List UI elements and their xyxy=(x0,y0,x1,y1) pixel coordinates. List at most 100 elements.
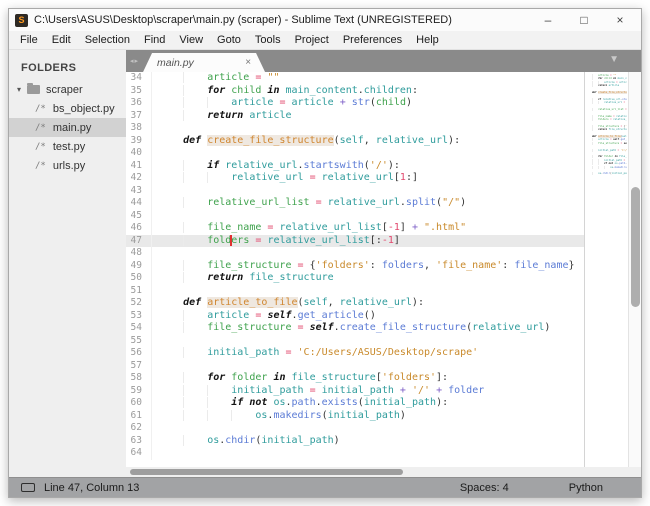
line-number[interactable]: 57 xyxy=(126,360,152,373)
maximize-button[interactable]: □ xyxy=(577,13,591,27)
code-line[interactable]: 41 if relative_url.startswith('/'): xyxy=(126,160,584,173)
code-line[interactable]: 34 article = "" xyxy=(126,72,584,85)
close-button[interactable]: × xyxy=(613,13,627,27)
code-line[interactable]: 56 initial_path = 'C:/Users/ASUS/Desktop… xyxy=(126,347,584,360)
sidebar-file-main.py[interactable]: /*main.py xyxy=(9,118,126,137)
code-token: ) xyxy=(460,197,466,208)
sidebar-file-urls.py[interactable]: /*urls.py xyxy=(9,156,126,175)
line-number[interactable]: 43 xyxy=(126,185,152,198)
code-line[interactable]: 43 xyxy=(126,185,584,198)
minimap[interactable]: article = "" for child in main_content.c… xyxy=(584,72,628,467)
code-line[interactable]: 52 def article_to_file(self, relative_ur… xyxy=(126,297,584,310)
line-number[interactable]: 40 xyxy=(126,147,152,160)
menu-item-edit[interactable]: Edit xyxy=(45,32,78,48)
line-number[interactable]: 47 xyxy=(126,235,152,248)
code-line[interactable]: 53 article = self.get_article() xyxy=(126,310,584,323)
line-number[interactable]: 61 xyxy=(126,410,152,423)
menu-item-view[interactable]: View xyxy=(172,32,210,48)
menu-item-goto[interactable]: Goto xyxy=(210,32,248,48)
sidebar-folder-scraper[interactable]: ▾ scraper xyxy=(9,80,126,99)
line-number[interactable]: 34 xyxy=(126,72,152,85)
code-line[interactable]: 48 xyxy=(126,247,584,260)
code-line[interactable]: 44 relative_url_list = relative_url.spli… xyxy=(126,197,584,210)
code-line[interactable]: 39 def create_file_structure(self, relat… xyxy=(126,135,584,148)
line-number[interactable]: 35 xyxy=(126,85,152,98)
line-number[interactable]: 53 xyxy=(126,310,152,323)
line-number[interactable]: 59 xyxy=(126,385,152,398)
code-line[interactable]: 57 xyxy=(126,360,584,373)
code-line[interactable]: 54 file_structure = self.create_file_str… xyxy=(126,322,584,335)
vertical-scrollbar[interactable] xyxy=(628,72,641,467)
line-number[interactable]: 51 xyxy=(126,285,152,298)
line-number[interactable]: 46 xyxy=(126,222,152,235)
menu-item-preferences[interactable]: Preferences xyxy=(336,32,409,48)
sidebar-file-bs_object.py[interactable]: /*bs_object.py xyxy=(9,99,126,118)
line-number[interactable]: 52 xyxy=(126,297,152,310)
code-line[interactable]: 40 xyxy=(126,147,584,160)
code-line[interactable]: 61 os.makedirs(initial_path) xyxy=(126,410,584,423)
code-line[interactable]: 35 for child in main_content.children: xyxy=(126,85,584,98)
code-token: def xyxy=(183,135,201,146)
syntax-selector[interactable]: Python xyxy=(569,482,603,494)
line-number[interactable]: 56 xyxy=(126,347,152,360)
line-number[interactable]: 58 xyxy=(126,372,152,385)
line-number[interactable]: 48 xyxy=(126,247,152,260)
code-token: article_to_file xyxy=(207,297,297,308)
code-line[interactable]: 63 os.chdir(initial_path) xyxy=(126,435,584,448)
minimize-button[interactable]: – xyxy=(541,13,555,27)
code-token: def xyxy=(183,297,201,308)
tab-close-icon[interactable]: × xyxy=(245,57,251,68)
line-number[interactable]: 39 xyxy=(126,135,152,148)
tab-overflow-icon[interactable]: ▼ xyxy=(609,54,619,65)
menu-item-find[interactable]: Find xyxy=(137,32,172,48)
code-line[interactable]: 50 return file_structure xyxy=(126,272,584,285)
line-number[interactable]: 45 xyxy=(126,210,152,223)
horizontal-scrollbar-thumb[interactable] xyxy=(130,469,403,475)
code-line[interactable]: 36 article = article + str(child) xyxy=(126,97,584,110)
code-line[interactable]: 47 folders = relative_url_list[:-1] xyxy=(126,235,584,248)
code-line[interactable]: 49 file_structure = {'folders': folders,… xyxy=(126,260,584,273)
menu-item-help[interactable]: Help xyxy=(409,32,446,48)
line-number[interactable]: 62 xyxy=(126,422,152,435)
line-number[interactable]: 49 xyxy=(126,260,152,273)
code-line[interactable]: 55 xyxy=(126,335,584,348)
tab-scroll-arrows-icon[interactable]: ◂▸ xyxy=(126,57,143,72)
horizontal-scrollbar[interactable] xyxy=(126,467,641,477)
code-line[interactable]: 45 xyxy=(126,210,584,223)
menu-item-project[interactable]: Project xyxy=(288,32,336,48)
line-number[interactable]: 42 xyxy=(126,172,152,185)
code-token: initial_path xyxy=(364,397,436,408)
code-line[interactable]: 59 initial_path = initial_path + '/' + f… xyxy=(126,385,584,398)
line-number[interactable]: 63 xyxy=(126,435,152,448)
indentation-setting[interactable]: Spaces: 4 xyxy=(460,482,509,494)
code-line[interactable]: 58 for folder in file_structure['folders… xyxy=(126,372,584,385)
line-number[interactable]: 37 xyxy=(126,110,152,123)
code-token: { xyxy=(304,260,316,271)
code-line[interactable]: 60 if not os.path.exists(initial_path): xyxy=(126,397,584,410)
line-number[interactable]: 54 xyxy=(126,322,152,335)
vertical-scrollbar-thumb[interactable] xyxy=(631,187,640,307)
code-line[interactable]: 42 relative_url = relative_url[1:] xyxy=(126,172,584,185)
code-line[interactable]: 64 xyxy=(126,447,584,460)
line-number[interactable]: 50 xyxy=(126,272,152,285)
code-line[interactable]: 62 xyxy=(126,422,584,435)
line-number[interactable]: 55 xyxy=(126,335,152,348)
indent xyxy=(159,235,207,246)
menu-item-file[interactable]: File xyxy=(13,32,45,48)
line-number[interactable]: 41 xyxy=(126,160,152,173)
menu-item-tools[interactable]: Tools xyxy=(248,32,288,48)
line-number[interactable]: 38 xyxy=(126,122,152,135)
line-number[interactable]: 64 xyxy=(126,447,152,460)
menu-item-selection[interactable]: Selection xyxy=(78,32,137,48)
code-line[interactable]: 51 xyxy=(126,285,584,298)
disclosure-triangle-icon[interactable]: ▾ xyxy=(17,85,27,94)
line-number[interactable]: 60 xyxy=(126,397,152,410)
sidebar-file-test.py[interactable]: /*test.py xyxy=(9,137,126,156)
line-number[interactable]: 44 xyxy=(126,197,152,210)
tab-main-py[interactable]: main.py × xyxy=(143,53,265,72)
code-line[interactable]: 46 file_name = relative_url_list[-1] + "… xyxy=(126,222,584,235)
code-line[interactable]: 37 return article xyxy=(126,110,584,123)
code-line[interactable]: 38 xyxy=(126,122,584,135)
code-editor[interactable]: 34 article = ""35 for child in main_cont… xyxy=(126,72,584,467)
line-number[interactable]: 36 xyxy=(126,97,152,110)
